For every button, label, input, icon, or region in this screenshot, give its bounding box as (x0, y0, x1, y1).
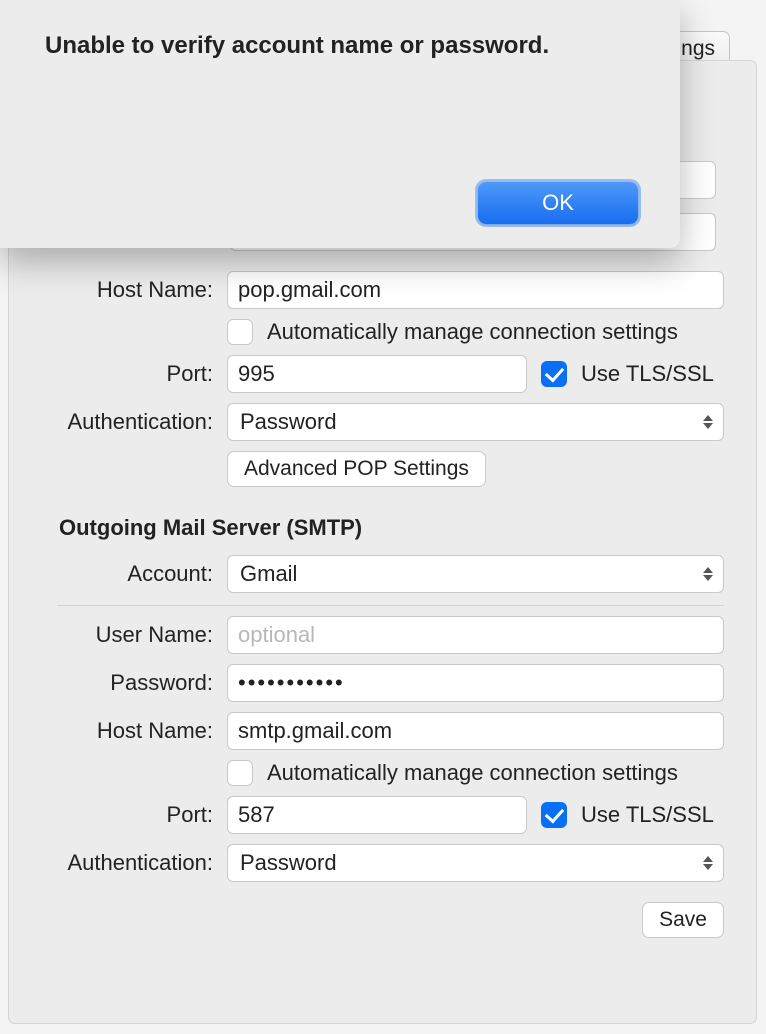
smtp-user-label: User Name: (9, 622, 227, 648)
smtp-account-label: Account: (9, 561, 227, 587)
smtp-auto-manage-label: Automatically manage connection settings (267, 760, 678, 786)
incoming-port-label: Port: (9, 361, 227, 387)
alert-title: Unable to verify account name or passwor… (45, 32, 646, 60)
ok-button[interactable]: OK (478, 182, 638, 224)
smtp-port-label: Port: (9, 802, 227, 828)
smtp-auto-manage-checkbox[interactable] (227, 760, 253, 786)
smtp-auth-label: Authentication: (9, 850, 227, 876)
chevron-updown-icon (701, 856, 715, 870)
incoming-auto-manage-label: Automatically manage connection settings (267, 319, 678, 345)
smtp-account-value: Gmail (240, 561, 297, 587)
smtp-account-select[interactable]: Gmail (227, 555, 724, 593)
advanced-pop-settings-label: Advanced POP Settings (244, 457, 469, 481)
incoming-auth-select[interactable]: Password (227, 403, 724, 441)
incoming-port-field[interactable] (227, 355, 527, 393)
smtp-password-label: Password: (9, 670, 227, 696)
smtp-tls-checkbox[interactable] (541, 802, 567, 828)
incoming-auto-manage-checkbox[interactable] (227, 319, 253, 345)
incoming-host-field[interactable] (227, 271, 724, 309)
separator (57, 605, 724, 606)
smtp-host-field[interactable] (227, 712, 724, 750)
incoming-tls-checkbox[interactable] (541, 361, 567, 387)
ok-label: OK (542, 190, 574, 216)
smtp-password-field[interactable] (227, 664, 724, 702)
incoming-auth-value: Password (240, 409, 337, 435)
incoming-tls-label: Use TLS/SSL (581, 361, 714, 387)
smtp-port-field[interactable] (227, 796, 527, 834)
incoming-auth-label: Authentication: (9, 409, 227, 435)
save-label: Save (659, 908, 707, 932)
alert-sheet: Unable to verify account name or passwor… (0, 0, 680, 248)
smtp-user-field[interactable] (227, 616, 724, 654)
incoming-host-label: Host Name: (9, 277, 227, 303)
smtp-section-title: Outgoing Mail Server (SMTP) (9, 497, 756, 545)
smtp-host-label: Host Name: (9, 718, 227, 744)
smtp-auth-value: Password (240, 850, 337, 876)
tab-label-partial: ngs (681, 37, 715, 61)
advanced-pop-settings-button[interactable]: Advanced POP Settings (227, 451, 486, 487)
chevron-updown-icon (701, 415, 715, 429)
chevron-updown-icon (701, 567, 715, 581)
smtp-auth-select[interactable]: Password (227, 844, 724, 882)
smtp-tls-label: Use TLS/SSL (581, 802, 714, 828)
save-button[interactable]: Save (642, 902, 724, 938)
